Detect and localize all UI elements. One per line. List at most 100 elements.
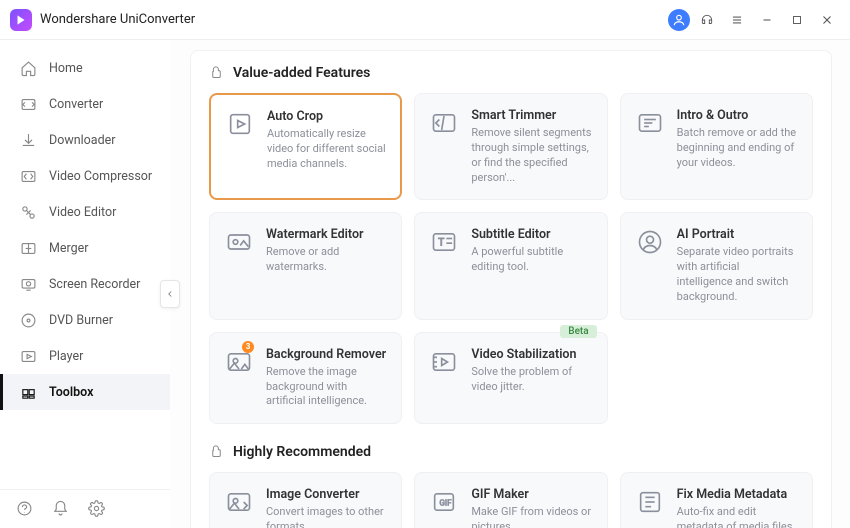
close-button[interactable] xyxy=(814,7,840,33)
feature-icon: GIF xyxy=(429,487,459,517)
dvd-icon xyxy=(19,311,37,329)
feature-card-subtitle-editor[interactable]: T Subtitle Editor A powerful subtitle edit… xyxy=(414,212,607,319)
main-content: Value-added Features Auto Crop Automatical… xyxy=(170,40,850,528)
feature-description: Batch remove or add the beginning and en… xyxy=(677,126,798,171)
feature-icon xyxy=(224,227,254,257)
sidebar-item-screen-recorder[interactable]: Screen Recorder xyxy=(0,266,170,302)
sidebar-item-downloader[interactable]: Downloader xyxy=(0,122,170,158)
feature-card-watermark-editor[interactable]: Watermark Editor Remove or add watermarks… xyxy=(209,212,402,319)
svg-text:T: T xyxy=(438,236,445,249)
feature-title: GIF Maker xyxy=(471,487,592,502)
merger-icon xyxy=(19,239,37,257)
feature-card-smart-trimmer[interactable]: Smart Trimmer Remove silent segments thro… xyxy=(414,93,607,200)
sidebar-item-label: Video Compressor xyxy=(49,169,152,184)
sidebar-item-video-compressor[interactable]: Video Compressor xyxy=(0,158,170,194)
sidebar-item-label: Screen Recorder xyxy=(49,277,140,292)
menu-button[interactable] xyxy=(724,7,750,33)
minimize-button[interactable] xyxy=(754,7,780,33)
feature-description: Separate video portraits with artificial… xyxy=(677,245,798,304)
feature-description: Remove or add watermarks. xyxy=(266,245,387,275)
feature-card-intro-outro[interactable]: Intro & Outro Batch remove or add the beg… xyxy=(620,93,813,200)
support-button[interactable] xyxy=(694,7,720,33)
sidebar-item-label: Video Editor xyxy=(49,205,116,220)
recorder-icon xyxy=(19,275,37,293)
feature-description: A powerful subtitle editing tool. xyxy=(471,245,592,275)
feature-title: Subtitle Editor xyxy=(471,227,592,242)
feature-card-background-remover[interactable]: Background Remover Remove the image backg… xyxy=(209,332,402,425)
feature-title: Watermark Editor xyxy=(266,227,387,242)
compressor-icon xyxy=(19,167,37,185)
feature-card-video-stabilization[interactable]: Video Stabilization Solve the problem of … xyxy=(414,332,607,425)
sidebar: Home Converter Downloader Video Compressor V… xyxy=(0,40,170,528)
feature-title: AI Portrait xyxy=(677,227,798,242)
feature-card-auto-crop[interactable]: Auto Crop Automatically resize video for … xyxy=(209,93,402,200)
section-header: Value-added Features xyxy=(209,65,813,81)
sidebar-item-merger[interactable]: Merger xyxy=(0,230,170,266)
feature-description: Auto-fix and edit metadata of media file… xyxy=(677,505,798,528)
app-logo xyxy=(10,9,32,31)
feature-icon xyxy=(635,108,665,138)
feature-card-gif-maker[interactable]: GIF GIF Maker Make GIF from videos or pict… xyxy=(414,472,607,528)
sidebar-item-label: Converter xyxy=(49,97,103,112)
feature-icon xyxy=(635,487,665,517)
feature-title: Image Converter xyxy=(266,487,387,502)
feature-description: Remove the image background with artific… xyxy=(266,365,387,410)
feedback-icon[interactable] xyxy=(16,500,34,518)
feature-title: Smart Trimmer xyxy=(471,108,592,123)
sidebar-item-label: DVD Burner xyxy=(49,313,113,328)
feature-icon xyxy=(429,108,459,138)
section-title: Highly Recommended xyxy=(233,444,371,460)
svg-text:GIF: GIF xyxy=(440,498,453,508)
thumb-icon xyxy=(209,65,225,81)
converter-icon xyxy=(19,95,37,113)
feature-icon xyxy=(225,109,255,139)
sidebar-item-label: Home xyxy=(49,61,83,76)
title-bar: Wondershare UniConverter xyxy=(0,0,850,40)
settings-icon[interactable] xyxy=(88,500,106,518)
notifications-icon[interactable] xyxy=(52,500,70,518)
sidebar-collapse-handle[interactable] xyxy=(160,280,180,308)
feature-title: Auto Crop xyxy=(267,109,386,124)
home-icon xyxy=(19,59,37,77)
sidebar-item-player[interactable]: Player xyxy=(0,338,170,374)
sidebar-item-label: Player xyxy=(49,349,83,364)
card-grid: Image Converter Convert images to other f… xyxy=(209,472,813,528)
feature-title: Fix Media Metadata xyxy=(677,487,798,502)
feature-icon xyxy=(635,227,665,257)
sidebar-item-toolbox[interactable]: Toolbox xyxy=(0,374,170,410)
feature-title: Intro & Outro xyxy=(677,108,798,123)
feature-icon xyxy=(224,487,254,517)
app-title: Wondershare UniConverter xyxy=(40,12,195,27)
feature-description: Remove silent segments through simple se… xyxy=(471,126,592,185)
feature-icon xyxy=(429,347,459,377)
notification-badge: 3 xyxy=(242,341,254,353)
toolbox-icon xyxy=(19,383,37,401)
card-grid: Auto Crop Automatically resize video for … xyxy=(209,93,813,424)
feature-title: Background Remover xyxy=(266,347,387,362)
account-button[interactable] xyxy=(668,9,690,31)
feature-description: Make GIF from videos or pictures. xyxy=(471,505,592,528)
maximize-button[interactable] xyxy=(784,7,810,33)
sidebar-item-label: Merger xyxy=(49,241,89,256)
player-icon xyxy=(19,347,37,365)
feature-description: Automatically resize video for different… xyxy=(267,127,386,172)
feature-description: Convert images to other formats. xyxy=(266,505,387,528)
sidebar-item-video-editor[interactable]: Video Editor xyxy=(0,194,170,230)
editor-icon xyxy=(19,203,37,221)
sidebar-item-label: Downloader xyxy=(49,133,116,148)
sidebar-item-home[interactable]: Home xyxy=(0,50,170,86)
thumb-icon xyxy=(209,444,225,460)
beta-badge: Beta xyxy=(560,325,596,338)
sidebar-bottom xyxy=(0,489,170,528)
section-title: Value-added Features xyxy=(233,65,370,81)
downloader-icon xyxy=(19,131,37,149)
feature-card-image-converter[interactable]: Image Converter Convert images to other f… xyxy=(209,472,402,528)
feature-card-fix-media-metadata[interactable]: Fix Media Metadata Auto-fix and edit meta… xyxy=(620,472,813,528)
sidebar-item-label: Toolbox xyxy=(49,385,93,400)
feature-card-ai-portrait[interactable]: AI Portrait Separate video portraits with… xyxy=(620,212,813,319)
feature-title: Video Stabilization xyxy=(471,347,592,362)
sidebar-item-converter[interactable]: Converter xyxy=(0,86,170,122)
feature-icon: T xyxy=(429,227,459,257)
sidebar-item-dvd-burner[interactable]: DVD Burner xyxy=(0,302,170,338)
feature-description: Solve the problem of video jitter. xyxy=(471,365,592,395)
